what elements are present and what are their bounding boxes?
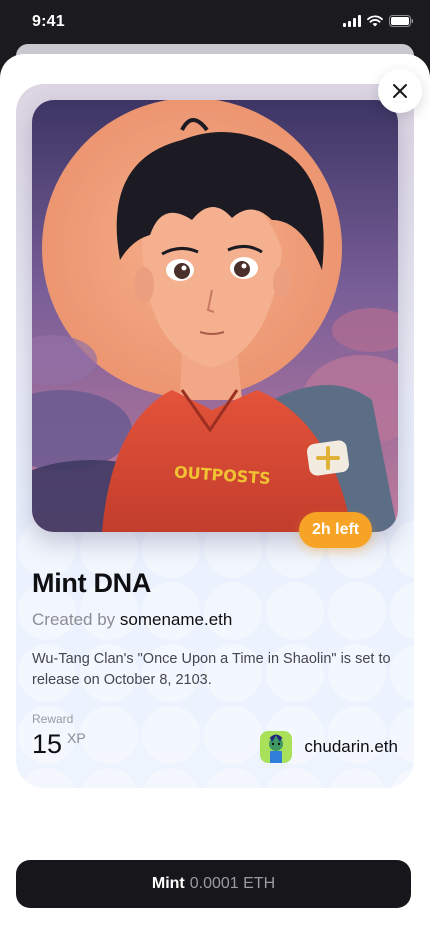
card-title: Mint DNA [32, 568, 152, 598]
close-button[interactable] [378, 69, 422, 113]
nft-artwork[interactable]: OUTPOSTS [32, 100, 398, 532]
reward-value: 15 [32, 729, 63, 759]
mint-button[interactable]: Mint 0.0001 ETH [16, 860, 411, 908]
card-description: Wu-Tang Clan's "Once Upon a Time in Shao… [32, 651, 391, 688]
creator-line: Created by somename.eth [32, 610, 232, 630]
mint-label: Mint [151, 875, 185, 892]
avatar-image [260, 731, 293, 763]
avatar [260, 731, 293, 763]
nft-card: OUTPOSTS 2h left Mint DNA Created by som… [16, 84, 414, 788]
signal-icon [343, 15, 361, 27]
artwork-illustration: OUTPOSTS [32, 100, 398, 532]
owner-chip[interactable]: chudarin.eth [260, 731, 398, 763]
mint-price: 0.0001 ETH [189, 875, 276, 892]
creator-link[interactable]: somename.eth [120, 610, 232, 629]
close-icon [393, 84, 407, 98]
status-time: 9:41 [32, 13, 65, 30]
battery-icon [389, 15, 414, 27]
owner-name: chudarin.eth [304, 737, 398, 756]
created-by-label: Created by [32, 610, 116, 629]
reward-unit: XP [67, 730, 86, 746]
time-left-badge: 2h left [299, 512, 373, 548]
status-icons [343, 15, 414, 27]
reward-label: Reward [32, 712, 74, 726]
status-bar: 9:41 [0, 0, 430, 46]
wifi-icon [367, 15, 383, 27]
